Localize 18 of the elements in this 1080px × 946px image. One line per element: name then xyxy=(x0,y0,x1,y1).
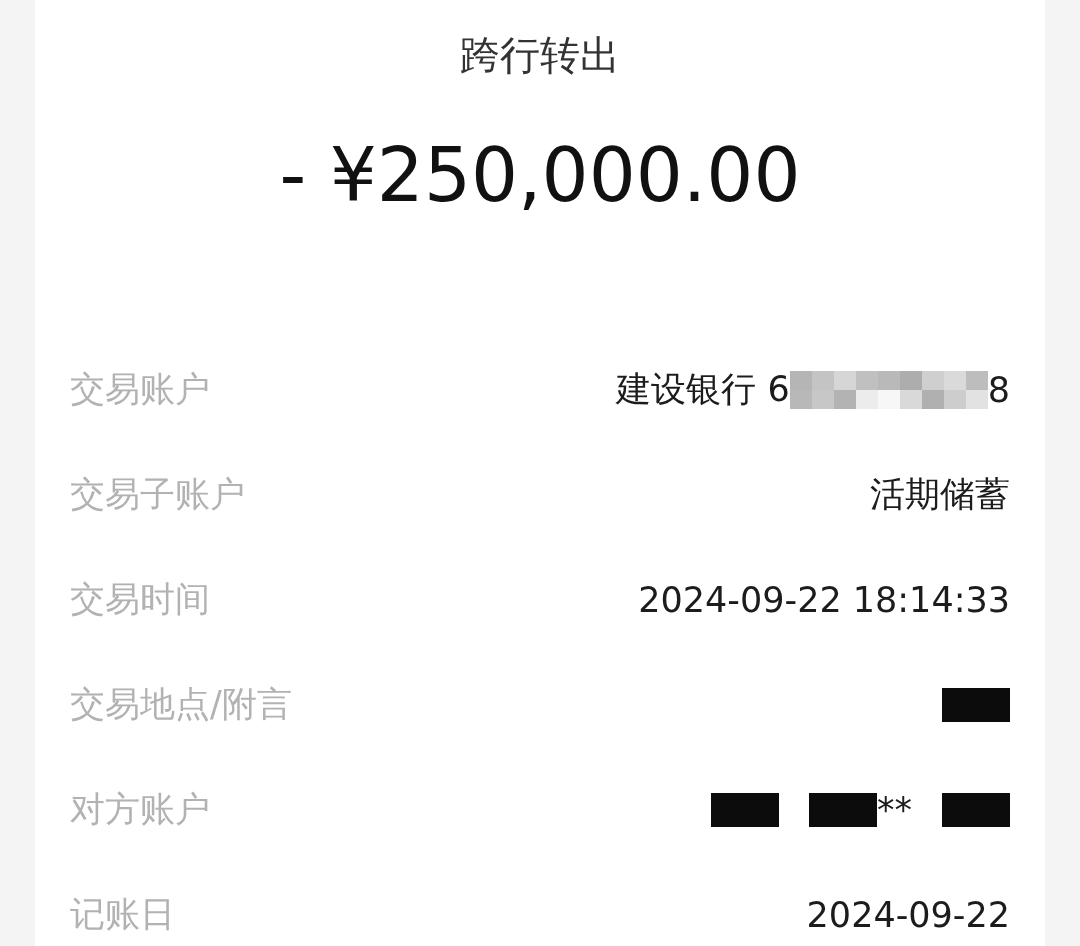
field-value: 2024-09-22 18:14:33 xyxy=(638,579,1010,620)
field-label: 交易账户 xyxy=(70,368,210,411)
amount: - ¥250,000.00 xyxy=(278,131,802,220)
field-label: 对方账户 xyxy=(70,788,210,831)
redaction-block xyxy=(942,687,1010,722)
field-label: 交易时间 xyxy=(70,578,210,621)
redaction-block xyxy=(942,792,1010,827)
field-label: 交易地点/附言 xyxy=(70,683,292,726)
field-value: 2024-09-22 xyxy=(806,894,1010,935)
transaction-title: 跨行转出 xyxy=(459,31,621,80)
field-label: 交易子账户 xyxy=(70,473,245,516)
field-value: 活期储蓄 xyxy=(870,473,1010,516)
redaction-block xyxy=(711,792,779,827)
field-value: 建设银行 6 xyxy=(616,368,790,411)
redaction-block xyxy=(809,792,877,827)
field-value: ** xyxy=(877,789,912,830)
field-label: 记账日 xyxy=(70,893,175,936)
field-value: 8 xyxy=(987,369,1010,410)
